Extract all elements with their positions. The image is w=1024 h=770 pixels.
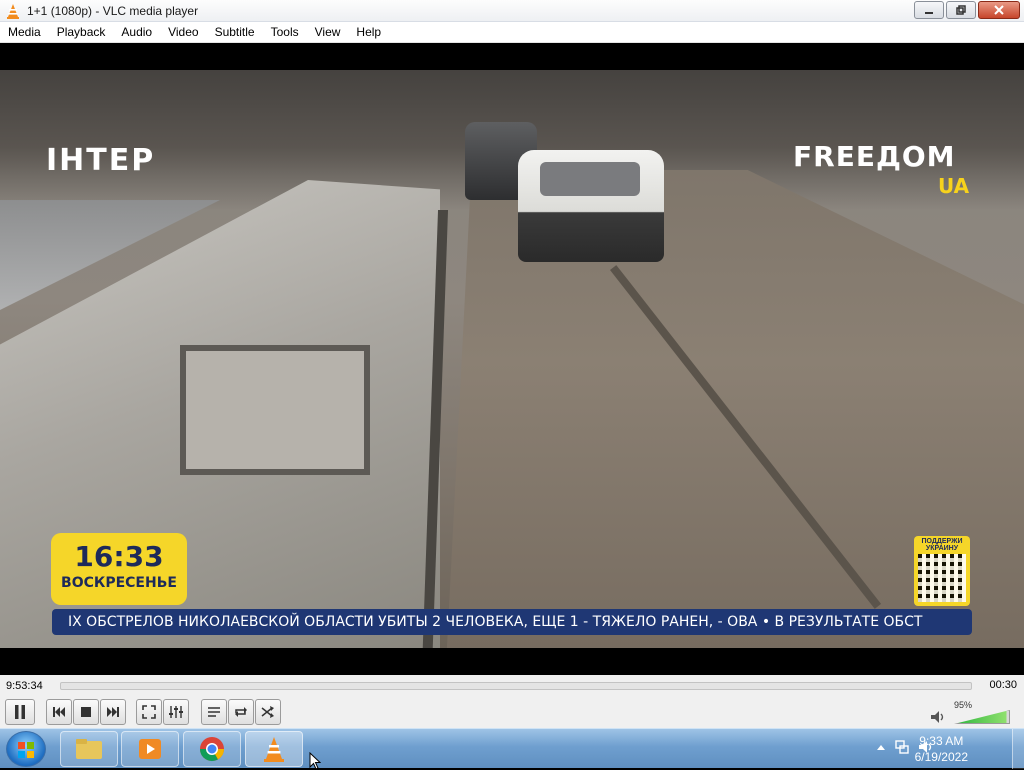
pontoon-hatch bbox=[180, 345, 370, 475]
remaining-time[interactable]: 00:30 bbox=[989, 679, 1017, 691]
freedom-ua-label: UA bbox=[938, 174, 970, 198]
taskbar-explorer[interactable] bbox=[60, 731, 118, 767]
close-icon bbox=[994, 5, 1004, 15]
video-area[interactable]: ІНТЕР FREEДOM UA 16:33 ВОСКРЕСЕНЬЕ ПОДДЕ… bbox=[0, 43, 1024, 675]
elapsed-time: 9:53:34 bbox=[6, 680, 43, 692]
show-desktop-button[interactable] bbox=[1012, 729, 1024, 769]
folder-icon bbox=[76, 739, 102, 759]
taskbar-chrome[interactable] bbox=[183, 731, 241, 767]
window-title: 1+1 (1080p) - VLC media player bbox=[27, 3, 199, 18]
minimize-button[interactable] bbox=[914, 1, 944, 19]
speaker-icon bbox=[931, 711, 944, 723]
menu-help[interactable]: Help bbox=[348, 22, 389, 43]
freedom-channel-logo: FREEДOM bbox=[793, 140, 956, 173]
next-button[interactable] bbox=[100, 699, 126, 725]
taskbar-vlc[interactable] bbox=[245, 731, 303, 767]
playlist-button[interactable] bbox=[201, 699, 227, 725]
inter-channel-logo: ІНТЕР bbox=[46, 143, 156, 178]
fullscreen-button[interactable] bbox=[136, 699, 162, 725]
menu-tools[interactable]: Tools bbox=[263, 22, 307, 43]
start-button[interactable] bbox=[6, 731, 46, 767]
show-hidden-icons-icon[interactable] bbox=[876, 743, 886, 751]
menu-view[interactable]: View bbox=[307, 22, 349, 43]
controls-bar bbox=[0, 697, 1024, 728]
support-qr-box: ПОДДЕРЖИ УКРАИНУ bbox=[914, 536, 970, 606]
minimize-icon bbox=[925, 12, 933, 14]
broadcast-clock: 16:33 ВОСКРЕСЕНЬЕ bbox=[51, 533, 187, 605]
vlc-cone-icon bbox=[7, 3, 19, 19]
broadcast-day: ВОСКРЕСЕНЬЕ bbox=[61, 575, 177, 591]
equalizer-icon bbox=[169, 706, 183, 718]
pause-button[interactable] bbox=[5, 699, 35, 725]
seek-row: 9:53:34 00:30 bbox=[0, 675, 1024, 697]
next-icon bbox=[107, 707, 119, 717]
ticker-text: IX ОБСТРЕЛОВ НИКОЛАЕВСКОЙ ОБЛАСТИ УБИТЫ … bbox=[68, 614, 923, 630]
media-player-icon bbox=[139, 739, 161, 759]
menu-bar: Media Playback Audio Video Subtitle Tool… bbox=[0, 22, 1024, 43]
taskbar-date: 6/19/2022 bbox=[914, 750, 968, 764]
seek-slider[interactable] bbox=[60, 682, 972, 690]
close-button[interactable] bbox=[978, 1, 1020, 19]
volume-percent: 95% bbox=[954, 700, 973, 710]
mouse-cursor-icon bbox=[309, 752, 321, 770]
taskbar-clock[interactable]: 9:33 AM 6/19/2022 bbox=[915, 733, 968, 765]
shuffle-icon bbox=[261, 706, 274, 718]
volume-slider[interactable] bbox=[954, 710, 1010, 724]
taskbar-time: 9:33 AM bbox=[919, 734, 964, 748]
playlist-icon bbox=[208, 707, 220, 717]
stop-button[interactable] bbox=[73, 699, 99, 725]
menu-audio[interactable]: Audio bbox=[113, 22, 160, 43]
previous-icon bbox=[53, 707, 65, 717]
restore-icon bbox=[956, 5, 966, 15]
taskbar-media-player[interactable] bbox=[121, 731, 179, 767]
menu-subtitle[interactable]: Subtitle bbox=[207, 22, 263, 43]
vlc-cone-icon bbox=[264, 737, 284, 762]
title-bar: 1+1 (1080p) - VLC media player bbox=[0, 0, 1024, 22]
taskbar: 9:33 AM 6/19/2022 bbox=[0, 728, 1024, 769]
loop-button[interactable] bbox=[228, 699, 254, 725]
volume-control[interactable]: 95% bbox=[920, 700, 1016, 726]
windows-logo-icon bbox=[18, 742, 34, 758]
menu-media[interactable]: Media bbox=[0, 22, 49, 43]
stop-icon bbox=[81, 707, 91, 717]
fullscreen-icon bbox=[142, 705, 156, 719]
car-rear-window bbox=[540, 162, 640, 196]
qr-code-icon bbox=[918, 554, 966, 602]
chrome-icon bbox=[200, 737, 224, 762]
shuffle-button[interactable] bbox=[255, 699, 281, 725]
pause-icon bbox=[15, 705, 25, 719]
loop-icon bbox=[235, 707, 247, 717]
network-icon[interactable] bbox=[894, 739, 910, 755]
menu-playback[interactable]: Playback bbox=[49, 22, 114, 43]
white-car bbox=[518, 150, 664, 262]
qr-label: ПОДДЕРЖИ УКРАИНУ bbox=[921, 538, 963, 552]
maximize-button[interactable] bbox=[946, 1, 976, 19]
extended-settings-button[interactable] bbox=[163, 699, 189, 725]
broadcast-time: 16:33 bbox=[74, 540, 164, 573]
news-ticker: IX ОБСТРЕЛОВ НИКОЛАЕВСКОЙ ОБЛАСТИ УБИТЫ … bbox=[52, 609, 972, 635]
menu-video[interactable]: Video bbox=[160, 22, 206, 43]
previous-button[interactable] bbox=[46, 699, 72, 725]
